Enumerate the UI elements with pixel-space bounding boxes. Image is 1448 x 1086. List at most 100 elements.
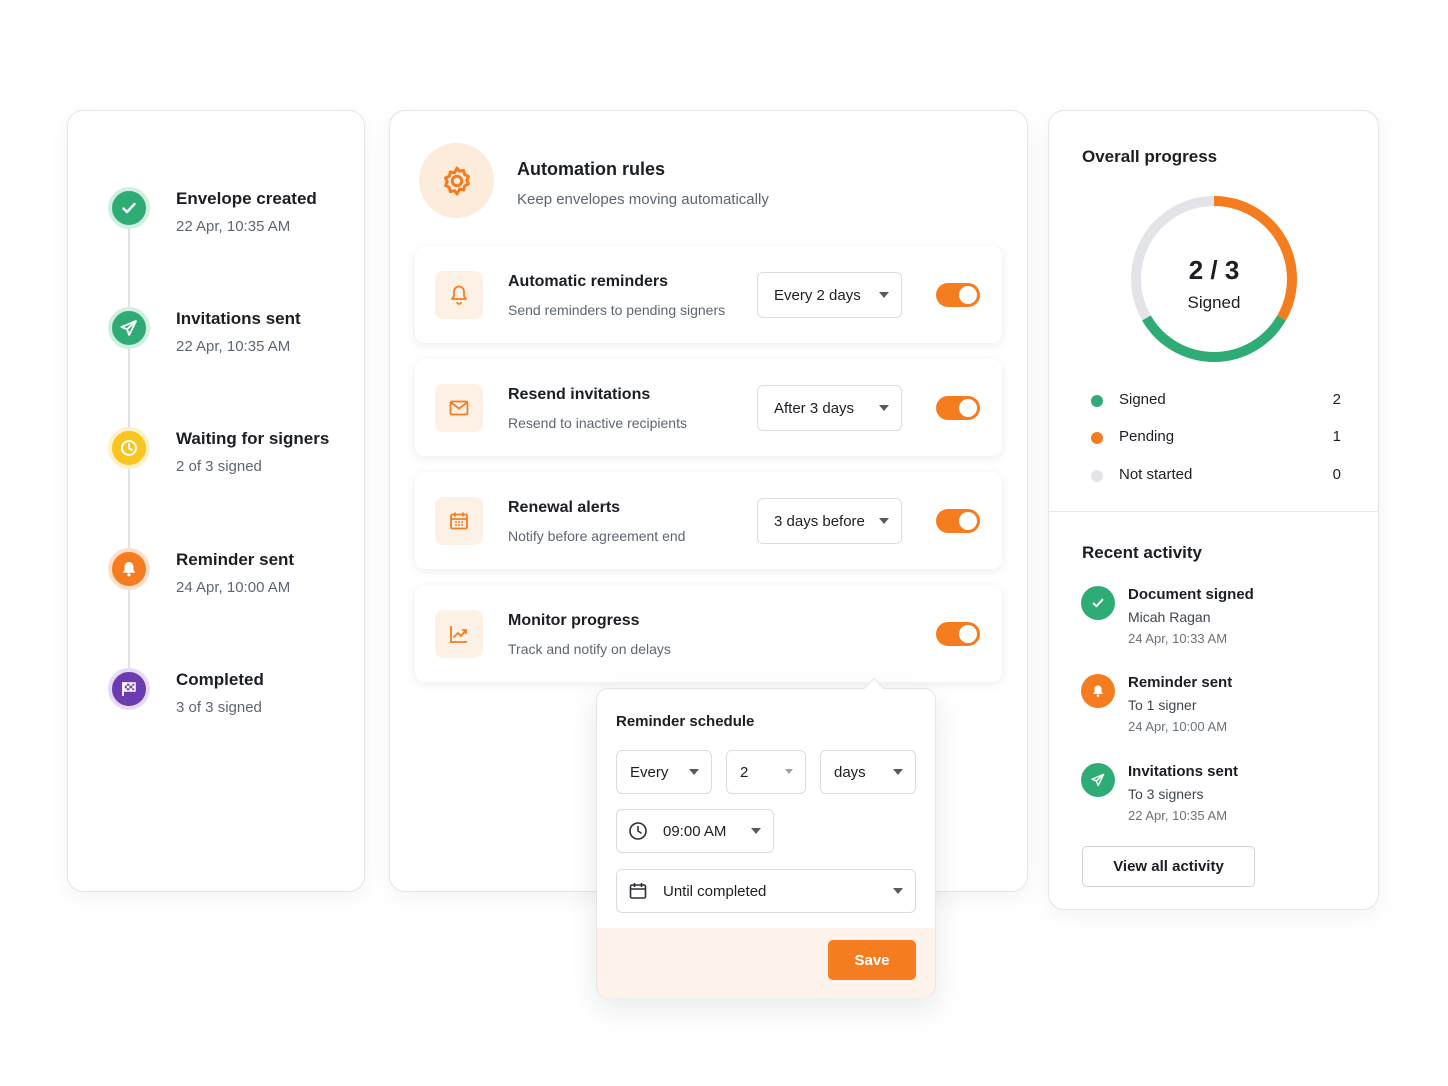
chevron-down-icon (893, 888, 903, 894)
renewal-offset-select[interactable]: 3 days before (757, 498, 902, 544)
toggle-knob (959, 512, 977, 530)
activity-title: Invitations sent (1128, 763, 1239, 780)
select-value: days (834, 763, 866, 781)
clock-icon (108, 427, 150, 469)
legend-label: Signed (1119, 391, 1166, 408)
timeline-item-invitations-sent: Invitations sent 22 Apr, 10:35 AM (108, 307, 358, 367)
timeline-item-envelope-created: Envelope created 22 Apr, 10:35 AM (108, 187, 358, 247)
activity-detail: Micah Ragan (1128, 609, 1211, 625)
gear-icon (419, 143, 494, 218)
calendar-icon (628, 881, 648, 901)
activity-item: Invitations sent To 3 signers 22 Apr, 10… (1081, 763, 1351, 833)
automation-subtitle: Keep envelopes moving automatically (517, 191, 769, 208)
legend-count: 2 (1332, 391, 1341, 408)
send-icon (1081, 763, 1115, 797)
toggle-knob (959, 286, 977, 304)
activity-title: Reminder sent (1128, 674, 1233, 691)
resend-delay-select[interactable]: After 3 days (757, 385, 902, 431)
select-value: Until completed (663, 882, 767, 900)
automatic-reminders-toggle[interactable] (936, 283, 980, 307)
legend-dot (1091, 432, 1103, 444)
timeline-card: Envelope created 22 Apr, 10:35 AM Invita… (67, 110, 365, 892)
donut-value: 2 / 3 (1188, 255, 1240, 285)
automation-title: Automation rules (517, 159, 666, 179)
chart-icon (435, 610, 483, 658)
activity-time: 24 Apr, 10:00 AM (1128, 719, 1228, 734)
select-value: 3 days before (774, 512, 865, 530)
frequency-select[interactable]: Every (616, 750, 712, 794)
select-value: 2 (740, 763, 749, 781)
select-value: 09:00 AM (663, 822, 727, 840)
progress-card: Overall progress 2 / 3 Signed Signed 2 P… (1048, 110, 1379, 910)
activity-time: 22 Apr, 10:35 AM (1128, 808, 1228, 823)
legend-signed: Signed 2 (1091, 390, 1341, 412)
rule-subtitle: Send reminders to pending signers (508, 302, 726, 318)
rule-title: Renewal alerts (508, 499, 621, 516)
check-icon (108, 187, 150, 229)
activity-detail: To 3 signers (1128, 786, 1204, 802)
chevron-down-icon (785, 769, 793, 774)
view-all-activity-button[interactable]: View all activity (1082, 846, 1255, 887)
timeline-subtitle: 22 Apr, 10:35 AM (176, 218, 291, 235)
timeline-title: Reminder sent (176, 550, 295, 569)
rule-title: Resend invitations (508, 386, 651, 403)
select-value: Every (630, 763, 669, 781)
select-value: Every 2 days (774, 286, 861, 304)
timeline-item-completed: Completed 3 of 3 signed (108, 668, 358, 728)
timeline-subtitle: 24 Apr, 10:00 AM (176, 579, 291, 596)
timeline-item-reminder-sent: Reminder sent 24 Apr, 10:00 AM (108, 548, 358, 608)
timeline-item-waiting-for-signers: Waiting for signers 2 of 3 signed (108, 427, 358, 487)
chevron-down-icon (879, 518, 889, 524)
unit-select[interactable]: days (820, 750, 916, 794)
overall-progress-title: Overall progress (1082, 147, 1218, 166)
timeline-title: Envelope created (176, 189, 317, 208)
bell-icon (435, 271, 483, 319)
monitor-progress-toggle[interactable] (936, 622, 980, 646)
rule-resend-invitations: Resend invitations Resend to inactive re… (415, 359, 1002, 456)
legend-dot (1091, 395, 1103, 407)
chevron-down-icon (879, 405, 889, 411)
interval-select[interactable]: 2 (726, 750, 806, 794)
toggle-knob (959, 625, 977, 643)
chevron-down-icon (751, 828, 761, 834)
calendar-icon (435, 497, 483, 545)
chevron-down-icon (689, 769, 699, 775)
legend-count: 1 (1332, 428, 1341, 445)
legend-label: Pending (1119, 428, 1175, 445)
activity-time: 24 Apr, 10:33 AM (1128, 631, 1228, 646)
flag-icon (108, 668, 150, 710)
donut-segment-signed (1142, 315, 1286, 362)
toggle-knob (959, 399, 977, 417)
mail-icon (435, 384, 483, 432)
legend-label: Not started (1119, 466, 1193, 483)
bell-icon (108, 548, 150, 590)
timeline-title: Invitations sent (176, 309, 301, 328)
rule-monitor-progress: Monitor progress Track and notify on del… (415, 585, 1002, 682)
rule-subtitle: Notify before agreement end (508, 528, 686, 544)
reminder-interval-select[interactable]: Every 2 days (757, 272, 902, 318)
renewal-alerts-toggle[interactable] (936, 509, 980, 533)
activity-item: Document signed Micah Ragan 24 Apr, 10:3… (1081, 586, 1351, 656)
rule-subtitle: Resend to inactive recipients (508, 415, 687, 431)
chevron-down-icon (893, 769, 903, 775)
rule-title: Monitor progress (508, 612, 640, 629)
popover-footer: Save (597, 928, 935, 998)
popover-title: Reminder schedule (616, 713, 755, 730)
activity-title: Document signed (1128, 586, 1254, 603)
chevron-down-icon (879, 292, 889, 298)
check-icon (1081, 586, 1115, 620)
until-select[interactable]: Until completed (616, 869, 916, 913)
save-button[interactable]: Save (828, 940, 916, 980)
activity-detail: To 1 signer (1128, 697, 1197, 713)
timeline-title: Waiting for signers (176, 429, 330, 448)
section-divider (1049, 511, 1378, 512)
timeline-subtitle: 3 of 3 signed (176, 699, 262, 716)
legend-dot (1091, 470, 1103, 482)
recent-activity-title: Recent activity (1082, 543, 1202, 562)
resend-invitations-toggle[interactable] (936, 396, 980, 420)
time-select[interactable]: 09:00 AM (616, 809, 774, 853)
legend-count: 0 (1332, 466, 1341, 483)
timeline-subtitle: 2 of 3 signed (176, 458, 262, 475)
rule-renewal-alerts: Renewal alerts Notify before agreement e… (415, 472, 1002, 569)
clock-icon (628, 821, 648, 841)
